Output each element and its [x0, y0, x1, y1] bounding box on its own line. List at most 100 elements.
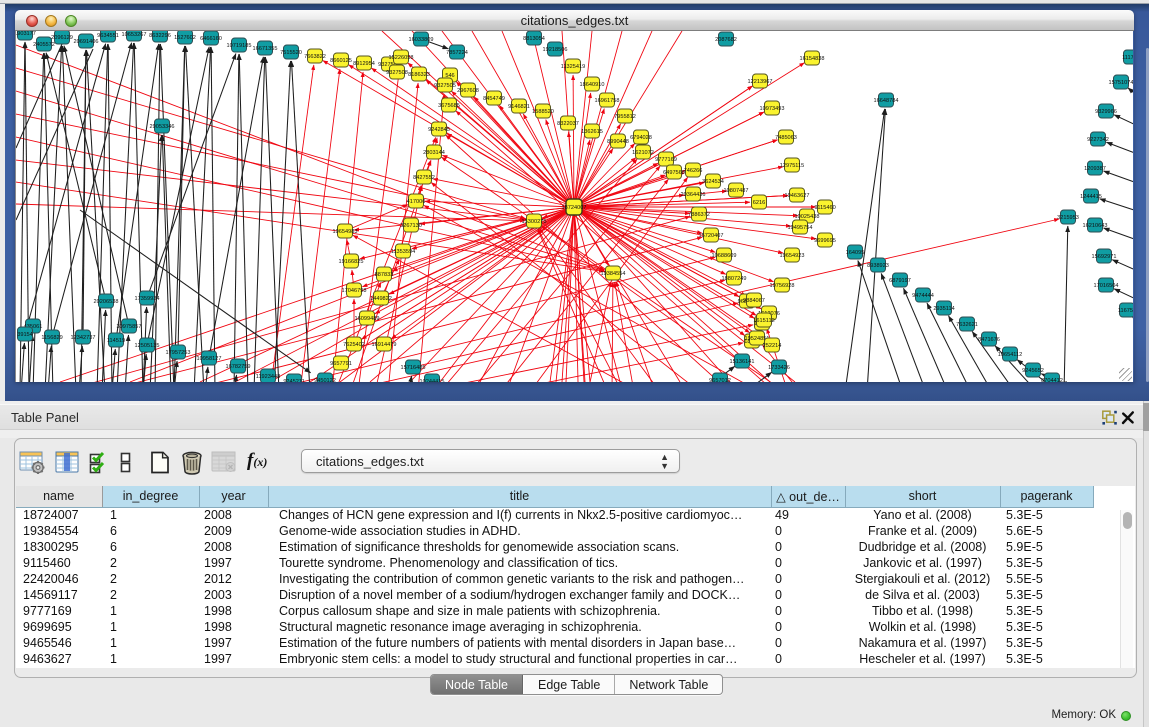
- svg-text:7955812: 7955812: [614, 114, 636, 120]
- svg-text:8471676: 8471676: [978, 337, 1000, 343]
- svg-text:114519: 114519: [107, 338, 125, 344]
- svg-text:7625402: 7625402: [343, 342, 365, 348]
- svg-text:9450122: 9450122: [314, 378, 336, 382]
- svg-text:8990448: 8990448: [607, 139, 629, 145]
- svg-text:3624534: 3624534: [702, 179, 724, 185]
- svg-text:3675685: 3675685: [438, 103, 460, 109]
- svg-text:19463627: 19463627: [785, 193, 810, 199]
- svg-text:10653267: 10653267: [122, 32, 147, 38]
- svg-text:3215953: 3215953: [1057, 215, 1079, 221]
- svg-text:6466160: 6466160: [200, 36, 222, 42]
- svg-text:19654983: 19654983: [333, 229, 358, 235]
- svg-text:1733426: 1733426: [768, 365, 790, 371]
- svg-text:16099489: 16099489: [355, 316, 380, 322]
- svg-text:9657012: 9657012: [709, 378, 731, 382]
- svg-text:6497568: 6497568: [663, 170, 685, 176]
- svg-text:7485063: 7485063: [775, 135, 797, 141]
- svg-text:7632621: 7632621: [956, 322, 978, 328]
- svg-text:10688609: 10688609: [712, 253, 737, 259]
- svg-text:8813054: 8813054: [523, 36, 545, 42]
- svg-text:12975115: 12975115: [780, 163, 804, 169]
- svg-text:9227342: 9227342: [1087, 137, 1109, 143]
- svg-text:7886372: 7886372: [688, 212, 710, 218]
- svg-text:15692971: 15692971: [1092, 254, 1117, 260]
- svg-text:7515520: 7515520: [280, 50, 302, 56]
- svg-text:2405572: 2405572: [33, 42, 55, 48]
- svg-text:417006: 417006: [407, 199, 426, 205]
- svg-text:1903177: 1903177: [16, 31, 36, 37]
- svg-text:9657791: 9657791: [330, 361, 352, 367]
- svg-text:16961758: 16961758: [595, 98, 620, 104]
- svg-text:12342737: 12342737: [71, 335, 96, 341]
- svg-text:8938923: 8938923: [867, 263, 889, 269]
- svg-text:16210643: 16210643: [1083, 223, 1108, 229]
- svg-text:6879197: 6879197: [889, 278, 911, 284]
- svg-text:746266: 746266: [684, 168, 703, 174]
- svg-text:111702: 111702: [1122, 55, 1133, 61]
- svg-text:16671355: 16671355: [253, 46, 278, 52]
- svg-text:8186323: 8186323: [408, 72, 430, 78]
- svg-text:9327508: 9327508: [386, 70, 408, 76]
- svg-text:7663822: 7663822: [304, 54, 326, 60]
- svg-text:887833: 887833: [375, 272, 394, 278]
- svg-text:11923448: 11923448: [256, 374, 280, 380]
- svg-text:11325419: 11325419: [561, 64, 585, 70]
- svg-text:8322037: 8322037: [557, 121, 579, 127]
- svg-text:17046798: 17046798: [342, 288, 367, 294]
- svg-text:9242845: 9242845: [428, 127, 450, 133]
- svg-text:20691406: 20691406: [74, 39, 99, 45]
- svg-text:15751074: 15751074: [1109, 80, 1133, 86]
- svg-text:9327505: 9327505: [434, 83, 456, 89]
- svg-text:1156829: 1156829: [41, 335, 62, 341]
- svg-text:9329966: 9329966: [1095, 109, 1117, 115]
- svg-text:16648784: 16648784: [874, 98, 899, 104]
- svg-text:11353594: 11353594: [391, 249, 415, 255]
- svg-text:17359934: 17359934: [135, 296, 160, 302]
- svg-text:1362615: 1362615: [581, 129, 603, 135]
- svg-text:8912954: 8912954: [353, 61, 375, 67]
- svg-text:1621072: 1621072: [632, 150, 654, 156]
- svg-text:6216: 6216: [753, 200, 765, 206]
- svg-text:9884067: 9884067: [743, 298, 765, 304]
- svg-text:252214: 252214: [763, 343, 782, 349]
- svg-text:9115460: 9115460: [814, 205, 835, 211]
- svg-text:19218506: 19218506: [543, 47, 568, 53]
- svg-text:15716485: 15716485: [401, 365, 426, 371]
- svg-text:20206538: 20206538: [94, 299, 119, 305]
- svg-text:10807487: 10807487: [724, 188, 749, 194]
- svg-text:17957253: 17957253: [166, 350, 191, 356]
- svg-text:19384554: 19384554: [601, 271, 626, 277]
- svg-text:16033809: 16033809: [409, 37, 434, 43]
- svg-text:18724007: 18724007: [562, 205, 587, 211]
- svg-text:2096129: 2096129: [51, 35, 73, 41]
- svg-text:20364436: 20364436: [681, 192, 706, 198]
- svg-text:1588520: 1588520: [532, 109, 554, 115]
- svg-text:1527602: 1527602: [174, 35, 196, 41]
- svg-text:19166825: 19166825: [339, 259, 364, 265]
- svg-text:18807249: 18807249: [722, 276, 747, 282]
- svg-text:116753: 116753: [1118, 308, 1133, 314]
- svg-text:9245211: 9245211: [283, 379, 304, 382]
- svg-text:8632296: 8632296: [149, 33, 171, 39]
- svg-text:29053346: 29053346: [150, 124, 175, 130]
- svg-text:6794028: 6794028: [630, 135, 652, 141]
- svg-text:10973493: 10973493: [760, 106, 785, 112]
- svg-text:39154: 39154: [17, 332, 33, 338]
- svg-text:16914479: 16914479: [372, 342, 397, 348]
- svg-text:19495754: 19495754: [788, 225, 813, 231]
- svg-text:2087682: 2087682: [715, 37, 737, 43]
- svg-text:10025438: 10025438: [795, 214, 820, 220]
- svg-text:9777169: 9777169: [655, 157, 677, 163]
- svg-text:18640910: 18640910: [580, 82, 605, 88]
- svg-text:19654923: 19654923: [780, 253, 805, 259]
- svg-text:30975857: 30975857: [117, 324, 142, 330]
- svg-text:1244415: 1244415: [1080, 194, 1102, 200]
- svg-text:1449822: 1449822: [370, 296, 392, 302]
- svg-text:1615112: 1615112: [753, 318, 774, 324]
- svg-text:10958127: 10958127: [197, 356, 222, 362]
- svg-text:9245652: 9245652: [1022, 368, 1044, 374]
- svg-text:8704412: 8704412: [1041, 378, 1063, 382]
- svg-text:9474444: 9474444: [912, 293, 934, 299]
- svg-text:10719185: 10719185: [227, 43, 252, 49]
- svg-text:2803144: 2803144: [423, 150, 445, 156]
